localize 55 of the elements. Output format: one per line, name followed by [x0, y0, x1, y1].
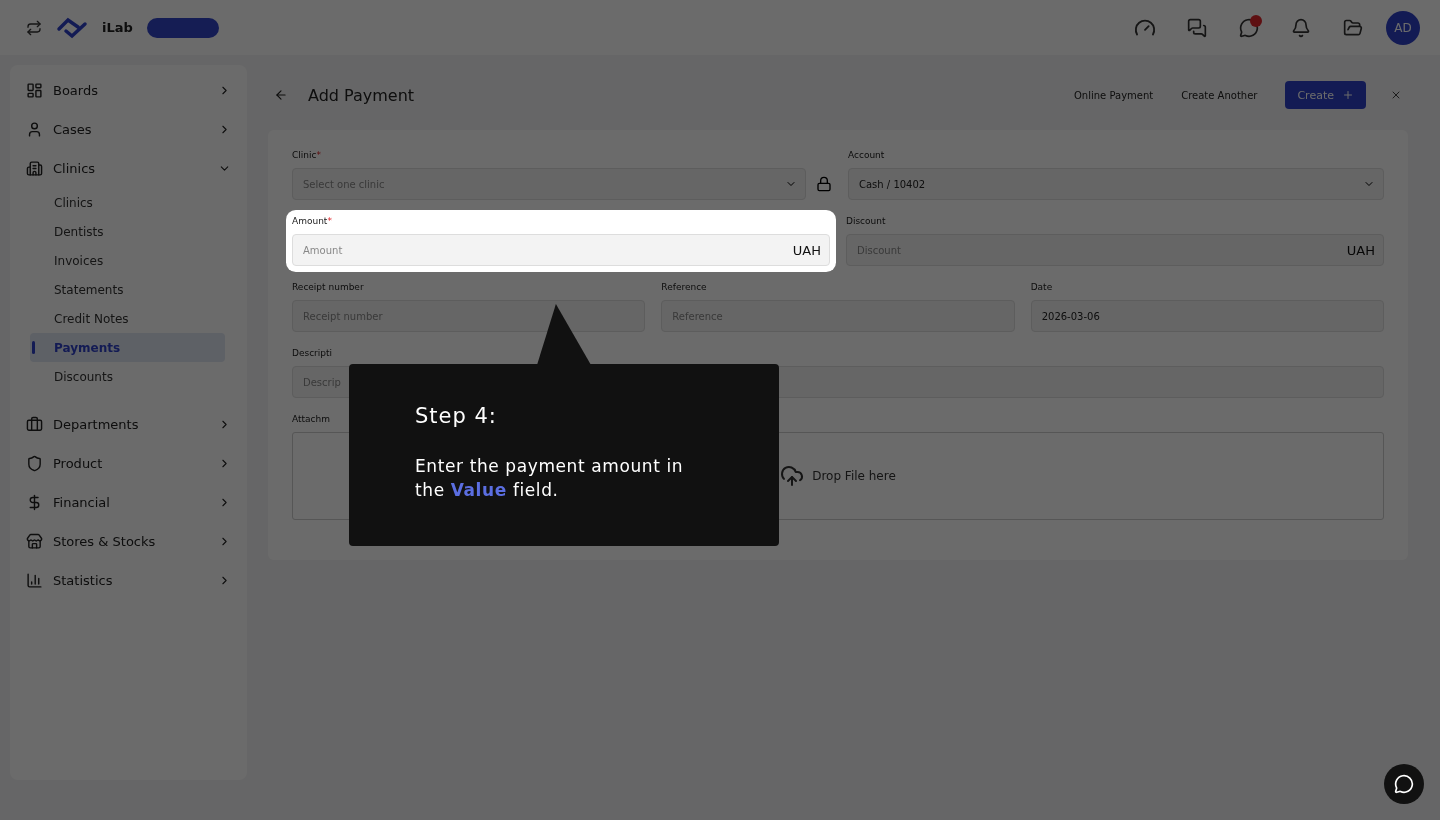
sidebar-item[interactable]: Financial: [20, 483, 237, 522]
sidebar-item[interactable]: Statistics: [20, 561, 237, 600]
sidebar-item[interactable]: Product: [20, 444, 237, 483]
field-label: Reference: [661, 282, 707, 292]
tooltip-title: Step 4:: [415, 404, 498, 428]
field-label: Descripti: [292, 348, 333, 358]
sidebar-subitem[interactable]: Clinics: [30, 188, 225, 217]
lock-icon[interactable]: [816, 176, 832, 192]
action-link[interactable]: Create Another: [1181, 89, 1258, 101]
field-label: Date: [1030, 282, 1053, 292]
brand-name: iLab: [102, 20, 133, 35]
field-value: 2026-03-06: [1041, 310, 1101, 322]
field-label: Account: [848, 150, 885, 160]
select-field[interactable]: Cash / 10402: [848, 168, 1384, 200]
briefcase-icon: [26, 416, 43, 433]
sidebar-item[interactable]: Clinics: [20, 149, 237, 188]
sidebar-item[interactable]: Departments: [20, 405, 237, 444]
sidebar-item[interactable]: Cases: [20, 110, 237, 149]
field-label: Discount: [846, 216, 886, 226]
field-value: Cash / 10402: [859, 178, 927, 190]
field-label: Amount*: [292, 216, 332, 226]
chat-bubble-icon: [1394, 774, 1414, 794]
logo-icon: [56, 16, 88, 39]
person-icon: [26, 121, 43, 138]
action-link[interactable]: Online Payment: [1074, 89, 1154, 101]
cloud-upload-icon: [780, 464, 805, 488]
field-label: Receipt number: [292, 282, 364, 292]
field-label: Attachm: [292, 414, 330, 424]
sidebar-subitem[interactable]: Invoices: [30, 246, 225, 275]
swap-icon[interactable]: [26, 19, 42, 36]
close-icon[interactable]: [1390, 89, 1402, 101]
input-field[interactable]: 2026-03-06: [1030, 300, 1384, 332]
building-icon: [26, 160, 43, 177]
plus-icon: [1342, 89, 1354, 101]
sidebar-item[interactable]: Boards: [20, 71, 237, 110]
back-icon[interactable]: [274, 88, 288, 102]
shield-icon: [26, 455, 43, 472]
sidebar-subitem[interactable]: Discounts: [30, 362, 225, 391]
sidebar-subitem[interactable]: Credit Notes: [30, 304, 225, 333]
store-icon: [26, 533, 43, 550]
currency-label: UAH: [792, 242, 821, 258]
field-label: Clinic*: [292, 150, 321, 160]
currency-label: UAH: [1346, 242, 1375, 258]
field-placeholder: Amount: [303, 244, 344, 256]
sidebar-subitem[interactable]: Payments: [30, 333, 225, 362]
sidebar-subitem[interactable]: Dentists: [30, 217, 225, 246]
chat-button[interactable]: [1384, 764, 1424, 804]
tooltip-text: Enter the payment amount in the Value field.: [415, 455, 685, 502]
sidebar-subitem[interactable]: Statements: [30, 275, 225, 304]
page-title: Add Payment: [308, 85, 415, 105]
user-avatar[interactable]: AD: [1386, 10, 1420, 45]
create-button[interactable]: Create: [1285, 81, 1366, 109]
bar-chart-icon: [26, 572, 43, 589]
input-field[interactable]: Amount UAH: [292, 234, 830, 266]
sidebar-item[interactable]: Stores & Stocks: [20, 522, 237, 561]
